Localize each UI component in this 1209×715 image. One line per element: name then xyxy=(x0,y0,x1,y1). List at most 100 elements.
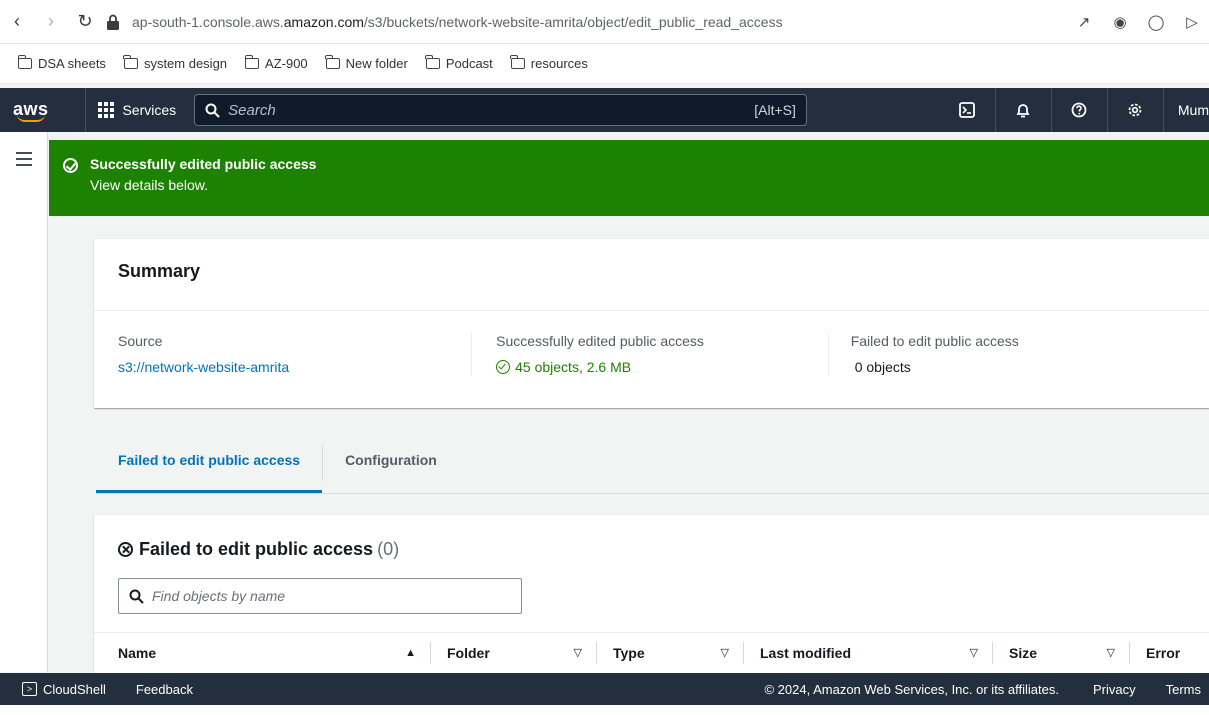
help-icon[interactable] xyxy=(1050,88,1107,132)
column-header-name[interactable]: Name ▲ xyxy=(118,642,430,664)
reload-icon[interactable]: ↻ xyxy=(68,5,102,39)
send-icon[interactable]: ▷ xyxy=(1183,13,1201,31)
failed-panel-header: Failed to edit public access (0) xyxy=(94,515,1209,560)
cloudshell-icon[interactable] xyxy=(939,88,995,132)
flash-title: Successfully edited public access xyxy=(90,156,317,172)
success-column: Successfully edited public access 45 obj… xyxy=(472,333,829,375)
region-label: Mum xyxy=(1177,102,1209,118)
aws-logo[interactable]: aws xyxy=(0,88,61,132)
aws-top-nav: aws Services [Alt+S] Mum xyxy=(0,88,1209,132)
search-icon xyxy=(129,589,144,604)
failed-objects-panel: Failed to edit public access (0) Name ▲ F… xyxy=(94,514,1209,674)
lock-icon xyxy=(107,14,119,30)
forward-icon[interactable]: › xyxy=(34,5,68,39)
success-value: 45 objects, 2.6 MB xyxy=(515,359,632,375)
bookmark-folder[interactable]: Podcast xyxy=(425,55,493,71)
tab-configuration[interactable]: Configuration xyxy=(323,440,459,493)
camera-icon[interactable]: ◉ xyxy=(1111,13,1129,31)
folder-icon xyxy=(17,55,32,69)
tabs-bar: Failed to edit public access Configurati… xyxy=(96,440,1209,494)
column-label: Folder xyxy=(447,644,490,661)
url-path: /s3/buckets/network-website-amrita/objec… xyxy=(363,13,783,30)
failed-value: 0 objects xyxy=(854,359,911,375)
failed-panel-title: Failed to edit public access xyxy=(139,539,374,559)
failed-count: (0) xyxy=(377,539,400,559)
sort-icon: ▽ xyxy=(969,647,978,659)
console-search[interactable]: [Alt+S] xyxy=(194,94,807,126)
search-input[interactable] xyxy=(228,101,755,119)
success-label: Successfully edited public access xyxy=(496,333,704,349)
column-label: Error xyxy=(1146,644,1181,661)
aws-smile-icon xyxy=(16,114,45,122)
address-bar[interactable]: ap-south-1.console.aws.amazon.com/s3/buc… xyxy=(106,7,1075,37)
find-objects-input[interactable] xyxy=(152,588,511,604)
url-prefix: ap-south-1.console.aws. xyxy=(132,13,284,30)
folder-icon xyxy=(123,55,138,69)
tab-failed-to-edit[interactable]: Failed to edit public access xyxy=(96,440,323,493)
search-shortcut: [Alt+S] xyxy=(754,102,796,118)
hamburger-menu-icon[interactable] xyxy=(15,152,32,166)
source-link[interactable]: s3://network-website-amrita xyxy=(118,359,459,375)
back-icon[interactable]: ‹ xyxy=(0,5,34,39)
success-check-icon xyxy=(496,360,511,374)
folder-icon xyxy=(325,55,340,69)
bookmark-folder[interactable]: New folder xyxy=(325,55,408,71)
notifications-bell-icon[interactable] xyxy=(994,88,1051,132)
console-footer: > CloudShell Feedback © 2024, Amazon Web… xyxy=(0,673,1209,705)
bookmarks-bar: DSA sheets system design AZ-900 New fold… xyxy=(0,44,1209,84)
cloudshell-icon: > xyxy=(22,682,37,696)
sort-icon: ▽ xyxy=(720,647,729,659)
flash-message: View details below. xyxy=(90,177,209,193)
bookmark-folder[interactable]: DSA sheets xyxy=(17,55,106,71)
error-x-icon xyxy=(118,542,133,557)
column-label: Name xyxy=(118,644,157,661)
bookmark-label: AZ-900 xyxy=(265,56,308,71)
cloudshell-label: CloudShell xyxy=(43,681,106,697)
bookmark-label: system design xyxy=(143,56,228,71)
success-status: 45 objects, 2.6 MB xyxy=(496,359,816,375)
cloudshell-button[interactable]: > CloudShell xyxy=(0,682,106,697)
source-label: Source xyxy=(118,333,163,349)
bookmark-label: DSA sheets xyxy=(38,56,106,71)
column-header-folder[interactable]: Folder ▽ xyxy=(430,641,596,664)
bottom-strip xyxy=(0,705,1209,715)
bookmark-label: New folder xyxy=(345,56,408,71)
find-objects-search[interactable] xyxy=(118,578,522,614)
folder-icon xyxy=(425,55,440,69)
column-label: Last modified xyxy=(760,644,852,661)
summary-panel: Summary Source s3://network-website-amri… xyxy=(94,238,1209,408)
share-icon[interactable]: ↗ xyxy=(1075,13,1093,31)
side-navigation-strip xyxy=(0,132,48,672)
region-selector[interactable]: Mum xyxy=(1162,88,1209,132)
services-button[interactable]: Services xyxy=(85,88,188,132)
feedback-link[interactable]: Feedback xyxy=(136,682,193,697)
column-label: Size xyxy=(1009,644,1038,661)
column-header-last-modified[interactable]: Last modified ▽ xyxy=(743,641,992,664)
folder-icon xyxy=(244,55,260,69)
source-column: Source s3://network-website-amrita xyxy=(118,333,473,375)
settings-gear-icon[interactable] xyxy=(1106,88,1163,132)
sort-ascending-icon: ▲ xyxy=(405,646,416,659)
column-header-size[interactable]: Size ▽ xyxy=(992,641,1129,664)
bookmark-label: Podcast xyxy=(445,56,493,71)
bookmark-label: resources xyxy=(530,56,588,71)
copyright-text: © 2024, Amazon Web Services, Inc. or its… xyxy=(764,681,1059,697)
summary-title: Summary xyxy=(94,239,1209,311)
search-icon xyxy=(205,103,220,118)
sort-icon: ▽ xyxy=(573,647,582,659)
sort-icon: ▽ xyxy=(1106,647,1115,659)
bookmark-folder[interactable]: AZ-900 xyxy=(244,55,308,71)
url-text: ap-south-1.console.aws.amazon.com/s3/buc… xyxy=(132,14,783,30)
column-label: Type xyxy=(613,644,645,661)
column-header-error[interactable]: Error xyxy=(1129,641,1209,664)
bookmark-folder[interactable]: system design xyxy=(123,55,228,71)
terms-link[interactable]: Terms xyxy=(1166,682,1201,697)
shield-icon[interactable]: ◯ xyxy=(1147,13,1165,31)
column-header-type[interactable]: Type ▽ xyxy=(596,641,743,664)
browser-toolbar: ‹ › ↻ ap-south-1.console.aws.amazon.com/… xyxy=(0,0,1209,44)
folder-icon xyxy=(510,55,525,69)
failed-column: Failed to edit public access 0 objects xyxy=(829,333,1185,375)
failed-label: Failed to edit public access xyxy=(850,333,1019,349)
bookmark-folder[interactable]: resources xyxy=(510,55,588,71)
privacy-link[interactable]: Privacy xyxy=(1093,682,1136,697)
